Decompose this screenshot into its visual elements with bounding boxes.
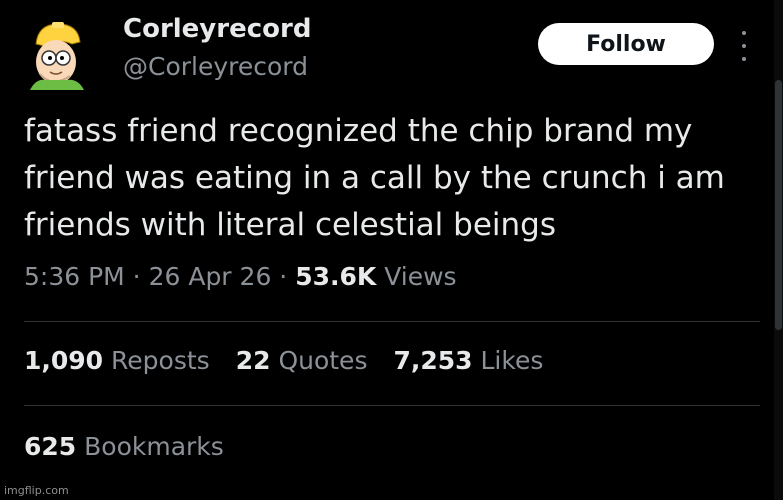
tweet-line: friends with literal celestial beings	[24, 207, 556, 243]
reposts-label: Reposts	[111, 346, 210, 375]
bookmarks-label: Bookmarks	[84, 432, 224, 461]
likes-label: Likes	[480, 346, 544, 375]
bookmarks-stat[interactable]: 625 Bookmarks	[24, 432, 224, 461]
reposts-stat[interactable]: 1,090 Reposts	[24, 346, 210, 375]
scrollbar[interactable]	[774, 0, 783, 500]
more-options-icon[interactable]	[736, 31, 752, 61]
quotes-label: Quotes	[278, 346, 368, 375]
likes-count: 7,253	[393, 346, 473, 375]
divider	[24, 405, 760, 406]
views-count: 53.6K	[295, 262, 377, 291]
reposts-count: 1,090	[24, 346, 104, 375]
avatar[interactable]	[22, 18, 94, 90]
views-label: Views	[376, 262, 457, 291]
tweet-text: fatass friend recognized the chip brand …	[24, 108, 744, 249]
tweet-line: friend was eating in a call by the crunc…	[24, 160, 725, 196]
tweet-time[interactable]: 5:36 PM	[24, 262, 125, 291]
engagement-stats: 1,090 Reposts 22 Quotes 7,253 Likes	[24, 346, 543, 375]
separator: ·	[124, 262, 149, 291]
tweet-date[interactable]: 26 Apr 26	[149, 262, 272, 291]
tweet-line: fatass friend recognized the chip brand …	[24, 113, 693, 149]
quotes-stat[interactable]: 22 Quotes	[236, 346, 368, 375]
cartoon-avatar-icon	[30, 22, 84, 90]
author-handle[interactable]: @Corleyrecord	[123, 52, 308, 81]
watermark: imgflip.com	[4, 484, 69, 497]
scrollbar-thumb[interactable]	[775, 80, 782, 330]
bookmarks-count: 625	[24, 432, 77, 461]
follow-button[interactable]: Follow	[538, 23, 714, 65]
divider	[24, 321, 760, 322]
author-display-name[interactable]: Corleyrecord	[123, 14, 311, 44]
separator: ·	[271, 262, 296, 291]
likes-stat[interactable]: 7,253 Likes	[393, 346, 543, 375]
tweet-meta: 5:36 PM · 26 Apr 26 · 53.6K Views	[24, 262, 457, 291]
quotes-count: 22	[235, 346, 271, 375]
